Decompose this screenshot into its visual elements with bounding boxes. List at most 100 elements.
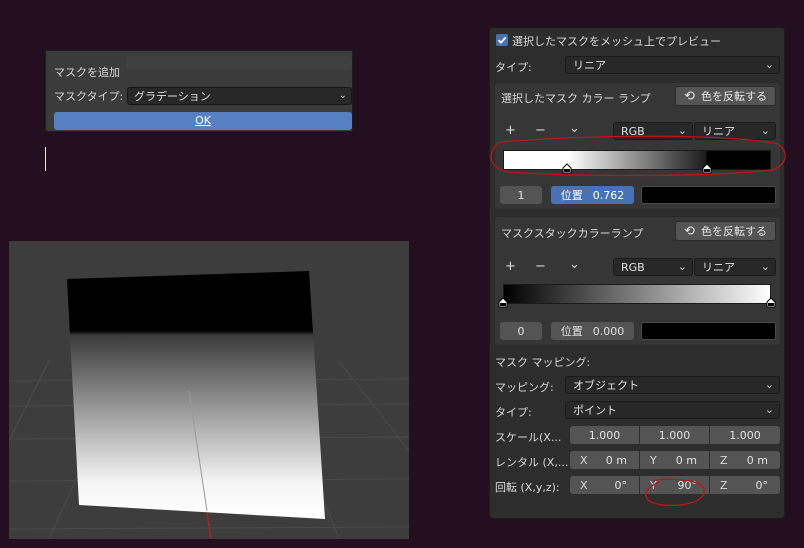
ramp2-gradient-bar[interactable] <box>503 284 771 304</box>
axis-label: Z <box>720 453 728 467</box>
mapping-type-value: ポイント <box>573 404 617 417</box>
chevron-down-icon: ⌄ <box>764 58 774 71</box>
ramp1-interpolation: リニア <box>702 125 735 138</box>
scale-y-field[interactable]: 1.000 <box>640 426 709 444</box>
x-axis-line <box>206 512 212 539</box>
stop-marker-icon <box>702 163 712 174</box>
ramp1-position-value: 0.762 <box>592 188 625 202</box>
axis-value: 0 m <box>746 453 768 467</box>
location-z-field[interactable]: Z 0 m <box>710 451 780 469</box>
mapping-label: マッピング: <box>495 381 554 394</box>
ramp2-stop-handle-end[interactable] <box>766 297 776 311</box>
chevron-down-icon: ⌄ <box>760 260 770 273</box>
stop-marker-icon <box>562 163 572 174</box>
add-stop-icon[interactable]: + <box>505 259 516 274</box>
type-value: リニア <box>573 59 606 72</box>
ramp2-position-label: 位置 <box>560 325 583 338</box>
ok-button[interactable]: OK <box>54 112 352 130</box>
ramp1-stop-handle[interactable] <box>562 163 572 177</box>
mapping-type-dropdown[interactable]: ポイント ⌄ <box>565 401 780 419</box>
ramp1-color-mode-dropdown[interactable]: RGB ⌄ <box>613 122 693 140</box>
location-fields: X 0 m Y 0 m Z 0 m <box>570 451 780 469</box>
3d-viewport[interactable] <box>9 241 409 539</box>
ramp1-invert-label: 色を反転する <box>700 90 767 103</box>
ramp2-color-mode: RGB <box>621 260 645 274</box>
chevron-down-icon[interactable]: ⌄ <box>569 257 580 272</box>
scale-z-field[interactable]: 1.000 <box>710 426 780 444</box>
gradient-mask-panel: 選択したマスクをメッシュ上でプレビュー タイプ: リニア ⌄ 選択したマスク カ… <box>489 27 785 519</box>
selected-mask-ramp-box: 選択したマスク カラー ランプ ⟲ 色を反転する + − ⌄ RGB ⌄ リニア… <box>494 82 781 210</box>
rotation-x-field[interactable]: X 0° <box>570 476 639 494</box>
axis-value: 90° <box>677 478 698 492</box>
stop-marker-icon <box>498 297 508 308</box>
axis-value: 0 m <box>605 453 627 467</box>
checkmark-icon <box>497 36 507 44</box>
ramp1-color-swatch[interactable] <box>641 186 776 204</box>
chevron-down-icon: ⌄ <box>764 403 774 416</box>
ramp1-position-field[interactable]: 位置 0.762 <box>551 186 634 204</box>
axis-value: 0° <box>614 478 628 492</box>
chevron-down-icon: ⌄ <box>338 90 347 101</box>
scale-fields: 1.000 1.000 1.000 <box>570 426 780 444</box>
viewport-scene <box>9 271 409 539</box>
chevron-down-icon: ⌄ <box>764 378 774 391</box>
popup-ghost-strip <box>126 56 352 70</box>
mask-stack-ramp-box: マスクスタックカラーランプ ⟲ 色を反転する + − ⌄ RGB ⌄ リニア ⌄… <box>494 216 781 346</box>
ramp1-stop-handle-active[interactable] <box>702 163 712 177</box>
mapping-value: オブジェクト <box>573 379 639 392</box>
ok-button-label: OK <box>195 114 211 127</box>
axis-label: Z <box>720 478 728 492</box>
add-mask-popup: マスクを追加 マスクタイプ: グラデーション ⌄ OK <box>45 50 353 132</box>
ramp2-position-field[interactable]: 位置 0.000 <box>551 322 634 340</box>
refresh-icon: ⟲ <box>684 88 695 104</box>
popup-title: マスクを追加 <box>54 66 120 79</box>
location-y-field[interactable]: Y 0 m <box>640 451 709 469</box>
chevron-down-icon: ⌄ <box>677 124 687 137</box>
ramp1-invert-button[interactable]: ⟲ 色を反転する <box>675 86 776 106</box>
type-label: タイプ: <box>495 61 532 74</box>
chevron-down-icon[interactable]: ⌄ <box>569 121 580 136</box>
ramp2-stop-handle-start[interactable] <box>498 297 508 311</box>
ramp2-color-mode-dropdown[interactable]: RGB ⌄ <box>613 258 693 276</box>
ramp2-title: マスクスタックカラーランプ <box>501 227 644 240</box>
scale-x-field[interactable]: 1.000 <box>570 426 639 444</box>
mask-type-value: グラデーション <box>134 90 211 103</box>
remove-stop-icon[interactable]: − <box>535 259 546 274</box>
remove-stop-icon[interactable]: − <box>535 123 546 138</box>
rotation-label: 回転 (X,y,z): <box>495 481 560 494</box>
rotation-z-field[interactable]: Z 0° <box>710 476 780 494</box>
gradient-plane <box>67 271 325 519</box>
ramp1-position-label: 位置 <box>560 189 583 202</box>
ramp1-interpolation-dropdown[interactable]: リニア ⌄ <box>694 122 776 140</box>
chevron-down-icon: ⌄ <box>760 124 770 137</box>
ramp2-color-swatch[interactable] <box>641 322 776 340</box>
mask-mapping-section-label: マスク マッピング: <box>495 356 591 369</box>
location-label: レンタル (X,... <box>495 456 569 469</box>
refresh-icon: ⟲ <box>684 223 695 239</box>
location-x-field[interactable]: X 0 m <box>570 451 639 469</box>
type-dropdown[interactable]: リニア ⌄ <box>565 56 780 74</box>
ramp2-interpolation: リニア <box>702 261 735 274</box>
ramp1-title: 選択したマスク カラー ランプ <box>501 92 651 105</box>
stop-marker-icon <box>766 297 776 308</box>
rotation-y-field[interactable]: Y 90° <box>640 476 709 494</box>
axis-value: 0° <box>755 478 769 492</box>
chevron-down-icon: ⌄ <box>677 260 687 273</box>
mapping-dropdown[interactable]: オブジェクト ⌄ <box>565 376 780 394</box>
preview-checkbox[interactable] <box>496 34 508 46</box>
ramp2-position-value: 0.000 <box>592 324 625 338</box>
ramp2-index-field[interactable]: 0 <box>500 322 542 340</box>
axis-label: Y <box>650 453 657 467</box>
ramp2-invert-button[interactable]: ⟲ 色を反転する <box>675 221 776 241</box>
mask-type-dropdown[interactable]: グラデーション ⌄ <box>127 87 352 105</box>
rotation-fields: X 0° Y 90° Z 0° <box>570 476 780 494</box>
axis-value: 0 m <box>675 453 697 467</box>
mask-type-row: マスクタイプ: グラデーション ⌄ <box>54 87 352 105</box>
ramp1-gradient-bar[interactable] <box>503 150 771 170</box>
add-stop-icon[interactable]: + <box>505 123 516 138</box>
scale-label: スケール(X... <box>495 431 562 444</box>
mapping-type-label: タイプ: <box>495 406 532 419</box>
ramp2-interpolation-dropdown[interactable]: リニア ⌄ <box>694 258 776 276</box>
axis-label: Y <box>650 478 657 492</box>
ramp1-index-field[interactable]: 1 <box>500 186 542 204</box>
